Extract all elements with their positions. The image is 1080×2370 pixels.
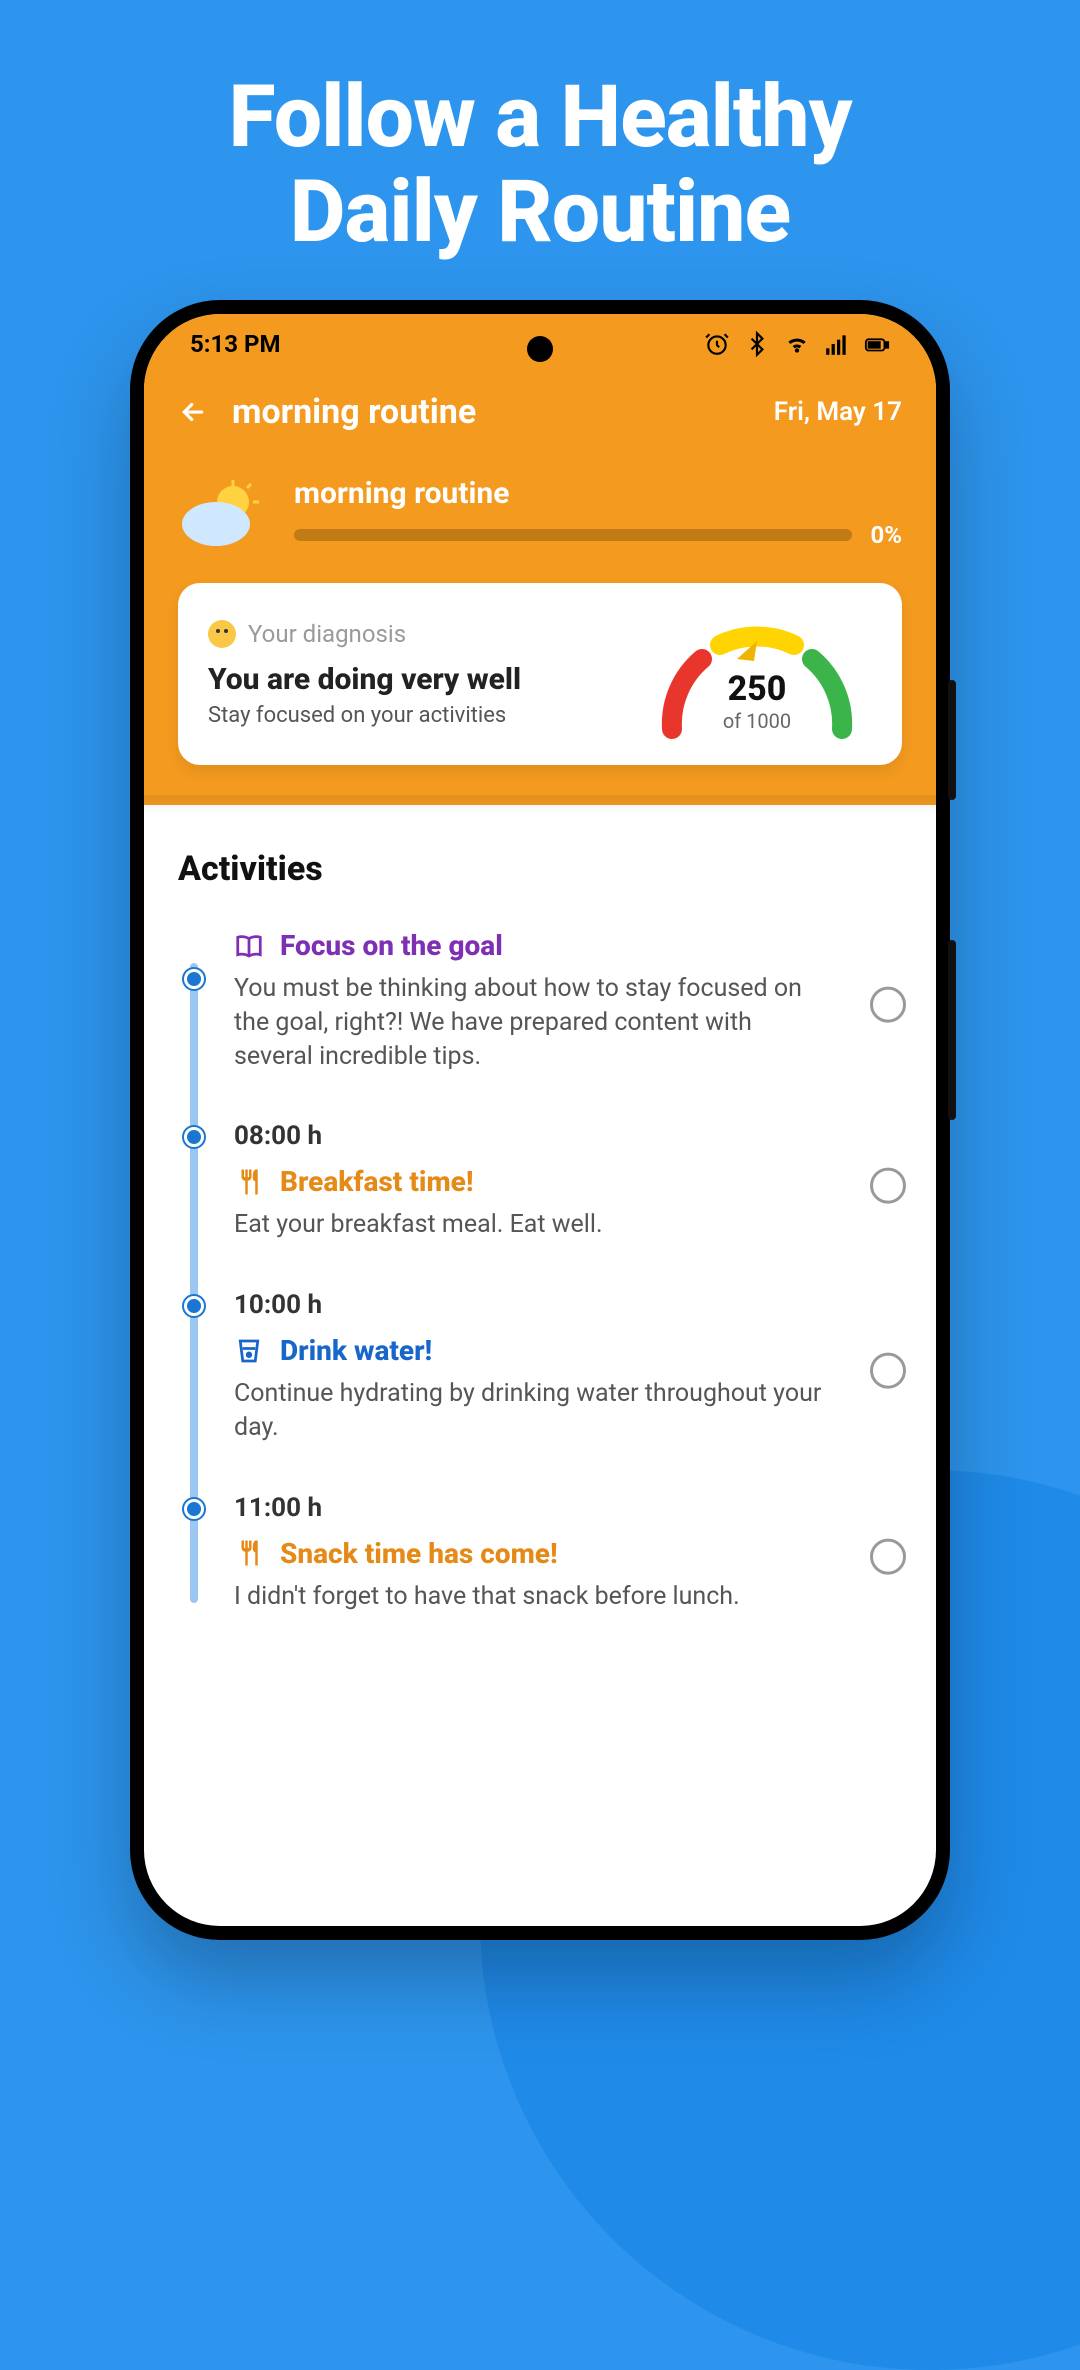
- appbar-date: Fri, May 17: [774, 397, 902, 427]
- routine-label: morning routine: [294, 476, 902, 511]
- gauge: 250 of 1000: [642, 609, 872, 739]
- activity-desc: Continue hydrating by drinking water thr…: [234, 1377, 902, 1445]
- activity-item[interactable]: 11:00 h Snack time has come! I didn't fo…: [234, 1493, 902, 1614]
- smiley-icon: [208, 620, 236, 648]
- back-icon[interactable]: [178, 397, 208, 427]
- activity-desc: I didn't forget to have that snack befor…: [234, 1580, 902, 1614]
- diagnosis-hint: Your diagnosis: [248, 620, 406, 648]
- phone-frame: 5:13 PM morning routine Fri, May 17 morn…: [130, 300, 950, 1940]
- activities-heading: Activities: [178, 849, 902, 889]
- diagnosis-subtitle: Stay focused on your activities: [208, 703, 622, 728]
- diagnosis-card[interactable]: Your diagnosis You are doing very well S…: [178, 583, 902, 765]
- timeline-dot: [184, 1296, 204, 1316]
- activity-item[interactable]: 08:00 h Breakfast time! Eat your breakfa…: [234, 1121, 902, 1242]
- fork-icon: [234, 1538, 264, 1568]
- activity-desc: Eat your breakfast meal. Eat well.: [234, 1208, 902, 1242]
- activity-title: Focus on the goal: [280, 929, 503, 962]
- alarm-icon: [704, 331, 730, 357]
- progress-bar: [294, 529, 852, 541]
- timeline-dot: [184, 1499, 204, 1519]
- signal-icon: [824, 331, 850, 357]
- fork-icon: [234, 1167, 264, 1197]
- book-icon: [234, 931, 264, 961]
- activity-checkbox[interactable]: [870, 987, 906, 1023]
- app-bar: morning routine Fri, May 17: [144, 374, 936, 442]
- activity-checkbox[interactable]: [870, 1167, 906, 1203]
- activity-checkbox[interactable]: [870, 1353, 906, 1389]
- activity-title: Drink water!: [280, 1334, 432, 1367]
- activity-desc: You must be thinking about how to stay f…: [234, 972, 902, 1073]
- battery-icon: [864, 331, 890, 357]
- progress-percent: 0%: [870, 521, 902, 549]
- activity-time: 10:00 h: [234, 1290, 902, 1320]
- bluetooth-icon: [744, 331, 770, 357]
- hero-title: Follow a HealthyDaily Routine: [0, 70, 1080, 259]
- activity-title: Breakfast time!: [280, 1165, 473, 1198]
- activity-checkbox[interactable]: [870, 1538, 906, 1574]
- timeline-dot: [184, 969, 204, 989]
- routine-header: morning routine 0% Your diagnosis You ar…: [144, 442, 936, 805]
- cup-icon: [234, 1336, 264, 1366]
- weather-icon: [178, 478, 268, 548]
- status-time: 5:13 PM: [190, 330, 281, 358]
- status-icons: [704, 331, 890, 357]
- timeline-dot: [184, 1127, 204, 1147]
- activities-timeline: Focus on the goal You must be thinking a…: [178, 929, 902, 1613]
- activity-time: 11:00 h: [234, 1493, 902, 1523]
- activity-title: Snack time has come!: [280, 1537, 558, 1570]
- activity-item[interactable]: Focus on the goal You must be thinking a…: [234, 929, 902, 1073]
- wifi-icon: [784, 331, 810, 357]
- appbar-title: morning routine: [232, 392, 750, 432]
- activity-item[interactable]: 10:00 h Drink water! Continue hydrating …: [234, 1290, 902, 1445]
- diagnosis-title: You are doing very well: [208, 662, 622, 697]
- activity-time: 08:00 h: [234, 1121, 902, 1151]
